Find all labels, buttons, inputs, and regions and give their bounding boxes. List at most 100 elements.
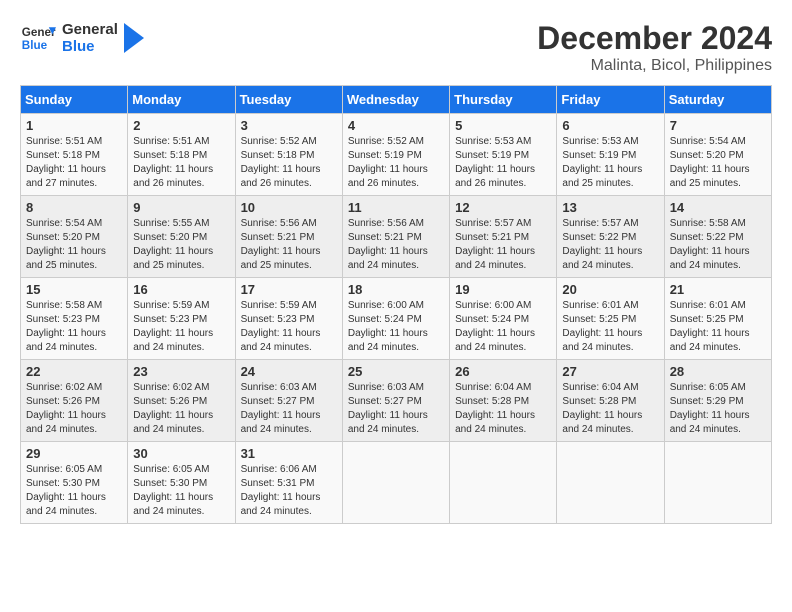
day-info: Sunrise: 6:06 AM Sunset: 5:31 PM Dayligh… — [241, 464, 321, 517]
calendar-table: SundayMondayTuesdayWednesdayThursdayFrid… — [20, 85, 772, 524]
calendar-cell: 14 Sunrise: 5:58 AM Sunset: 5:22 PM Dayl… — [664, 196, 771, 278]
day-number: 1 — [26, 118, 122, 133]
day-info: Sunrise: 5:54 AM Sunset: 5:20 PM Dayligh… — [26, 218, 106, 271]
day-info: Sunrise: 5:52 AM Sunset: 5:19 PM Dayligh… — [348, 136, 428, 189]
calendar-cell — [342, 442, 449, 524]
calendar-cell: 26 Sunrise: 6:04 AM Sunset: 5:28 PM Dayl… — [450, 360, 557, 442]
day-number: 6 — [562, 118, 658, 133]
day-number: 21 — [670, 282, 766, 297]
day-info: Sunrise: 6:05 AM Sunset: 5:30 PM Dayligh… — [26, 464, 106, 517]
day-info: Sunrise: 5:56 AM Sunset: 5:21 PM Dayligh… — [241, 218, 321, 271]
day-number: 5 — [455, 118, 551, 133]
col-header-friday: Friday — [557, 86, 664, 114]
day-number: 31 — [241, 446, 337, 461]
calendar-cell: 6 Sunrise: 5:53 AM Sunset: 5:19 PM Dayli… — [557, 114, 664, 196]
col-header-wednesday: Wednesday — [342, 86, 449, 114]
calendar-cell — [450, 442, 557, 524]
logo-arrow-icon — [124, 23, 144, 53]
calendar-cell: 25 Sunrise: 6:03 AM Sunset: 5:27 PM Dayl… — [342, 360, 449, 442]
day-number: 3 — [241, 118, 337, 133]
logo: General Blue General Blue — [20, 20, 144, 56]
calendar-cell — [664, 442, 771, 524]
day-info: Sunrise: 5:58 AM Sunset: 5:22 PM Dayligh… — [670, 218, 750, 271]
day-info: Sunrise: 5:57 AM Sunset: 5:21 PM Dayligh… — [455, 218, 535, 271]
calendar-cell: 1 Sunrise: 5:51 AM Sunset: 5:18 PM Dayli… — [21, 114, 128, 196]
day-info: Sunrise: 5:55 AM Sunset: 5:20 PM Dayligh… — [133, 218, 213, 271]
day-info: Sunrise: 6:03 AM Sunset: 5:27 PM Dayligh… — [241, 382, 321, 435]
day-number: 14 — [670, 200, 766, 215]
location-subtitle: Malinta, Bicol, Philippines — [537, 57, 772, 75]
day-number: 7 — [670, 118, 766, 133]
calendar-cell — [557, 442, 664, 524]
day-info: Sunrise: 6:01 AM Sunset: 5:25 PM Dayligh… — [670, 300, 750, 353]
day-number: 12 — [455, 200, 551, 215]
calendar-cell: 24 Sunrise: 6:03 AM Sunset: 5:27 PM Dayl… — [235, 360, 342, 442]
calendar-cell: 2 Sunrise: 5:51 AM Sunset: 5:18 PM Dayli… — [128, 114, 235, 196]
calendar-cell: 7 Sunrise: 5:54 AM Sunset: 5:20 PM Dayli… — [664, 114, 771, 196]
day-number: 22 — [26, 364, 122, 379]
day-number: 28 — [670, 364, 766, 379]
calendar-cell: 11 Sunrise: 5:56 AM Sunset: 5:21 PM Dayl… — [342, 196, 449, 278]
day-info: Sunrise: 5:59 AM Sunset: 5:23 PM Dayligh… — [133, 300, 213, 353]
day-number: 10 — [241, 200, 337, 215]
day-number: 24 — [241, 364, 337, 379]
day-number: 13 — [562, 200, 658, 215]
day-info: Sunrise: 5:52 AM Sunset: 5:18 PM Dayligh… — [241, 136, 321, 189]
calendar-cell: 9 Sunrise: 5:55 AM Sunset: 5:20 PM Dayli… — [128, 196, 235, 278]
calendar-cell: 17 Sunrise: 5:59 AM Sunset: 5:23 PM Dayl… — [235, 278, 342, 360]
day-info: Sunrise: 6:05 AM Sunset: 5:29 PM Dayligh… — [670, 382, 750, 435]
calendar-cell: 21 Sunrise: 6:01 AM Sunset: 5:25 PM Dayl… — [664, 278, 771, 360]
col-header-sunday: Sunday — [21, 86, 128, 114]
calendar-cell: 4 Sunrise: 5:52 AM Sunset: 5:19 PM Dayli… — [342, 114, 449, 196]
svg-text:Blue: Blue — [22, 39, 48, 52]
day-info: Sunrise: 6:04 AM Sunset: 5:28 PM Dayligh… — [455, 382, 535, 435]
day-info: Sunrise: 6:01 AM Sunset: 5:25 PM Dayligh… — [562, 300, 642, 353]
day-number: 4 — [348, 118, 444, 133]
day-number: 15 — [26, 282, 122, 297]
title-block: December 2024 Malinta, Bicol, Philippine… — [537, 20, 772, 75]
day-info: Sunrise: 6:02 AM Sunset: 5:26 PM Dayligh… — [26, 382, 106, 435]
day-number: 17 — [241, 282, 337, 297]
calendar-cell: 3 Sunrise: 5:52 AM Sunset: 5:18 PM Dayli… — [235, 114, 342, 196]
calendar-cell: 8 Sunrise: 5:54 AM Sunset: 5:20 PM Dayli… — [21, 196, 128, 278]
day-info: Sunrise: 6:05 AM Sunset: 5:30 PM Dayligh… — [133, 464, 213, 517]
col-header-saturday: Saturday — [664, 86, 771, 114]
day-info: Sunrise: 5:53 AM Sunset: 5:19 PM Dayligh… — [455, 136, 535, 189]
calendar-cell: 12 Sunrise: 5:57 AM Sunset: 5:21 PM Dayl… — [450, 196, 557, 278]
day-info: Sunrise: 6:00 AM Sunset: 5:24 PM Dayligh… — [455, 300, 535, 353]
calendar-cell: 20 Sunrise: 6:01 AM Sunset: 5:25 PM Dayl… — [557, 278, 664, 360]
day-number: 20 — [562, 282, 658, 297]
day-info: Sunrise: 6:03 AM Sunset: 5:27 PM Dayligh… — [348, 382, 428, 435]
day-number: 19 — [455, 282, 551, 297]
calendar-cell: 22 Sunrise: 6:02 AM Sunset: 5:26 PM Dayl… — [21, 360, 128, 442]
logo-icon: General Blue — [20, 20, 56, 56]
day-info: Sunrise: 5:54 AM Sunset: 5:20 PM Dayligh… — [670, 136, 750, 189]
calendar-cell: 15 Sunrise: 5:58 AM Sunset: 5:23 PM Dayl… — [21, 278, 128, 360]
day-number: 27 — [562, 364, 658, 379]
day-number: 2 — [133, 118, 229, 133]
day-info: Sunrise: 6:00 AM Sunset: 5:24 PM Dayligh… — [348, 300, 428, 353]
calendar-cell: 23 Sunrise: 6:02 AM Sunset: 5:26 PM Dayl… — [128, 360, 235, 442]
calendar-cell: 18 Sunrise: 6:00 AM Sunset: 5:24 PM Dayl… — [342, 278, 449, 360]
day-number: 8 — [26, 200, 122, 215]
day-number: 9 — [133, 200, 229, 215]
calendar-cell: 16 Sunrise: 5:59 AM Sunset: 5:23 PM Dayl… — [128, 278, 235, 360]
logo-blue: Blue — [62, 38, 118, 55]
calendar-cell: 27 Sunrise: 6:04 AM Sunset: 5:28 PM Dayl… — [557, 360, 664, 442]
header: General Blue General Blue December 2024 … — [20, 20, 772, 75]
day-info: Sunrise: 5:57 AM Sunset: 5:22 PM Dayligh… — [562, 218, 642, 271]
calendar-cell: 5 Sunrise: 5:53 AM Sunset: 5:19 PM Dayli… — [450, 114, 557, 196]
logo-general: General — [62, 21, 118, 38]
day-info: Sunrise: 5:56 AM Sunset: 5:21 PM Dayligh… — [348, 218, 428, 271]
calendar-cell: 19 Sunrise: 6:00 AM Sunset: 5:24 PM Dayl… — [450, 278, 557, 360]
day-number: 11 — [348, 200, 444, 215]
day-info: Sunrise: 6:04 AM Sunset: 5:28 PM Dayligh… — [562, 382, 642, 435]
calendar-cell: 28 Sunrise: 6:05 AM Sunset: 5:29 PM Dayl… — [664, 360, 771, 442]
day-info: Sunrise: 5:51 AM Sunset: 5:18 PM Dayligh… — [133, 136, 213, 189]
calendar-cell: 29 Sunrise: 6:05 AM Sunset: 5:30 PM Dayl… — [21, 442, 128, 524]
day-number: 26 — [455, 364, 551, 379]
day-info: Sunrise: 5:53 AM Sunset: 5:19 PM Dayligh… — [562, 136, 642, 189]
day-info: Sunrise: 6:02 AM Sunset: 5:26 PM Dayligh… — [133, 382, 213, 435]
calendar-cell: 13 Sunrise: 5:57 AM Sunset: 5:22 PM Dayl… — [557, 196, 664, 278]
calendar-cell: 31 Sunrise: 6:06 AM Sunset: 5:31 PM Dayl… — [235, 442, 342, 524]
